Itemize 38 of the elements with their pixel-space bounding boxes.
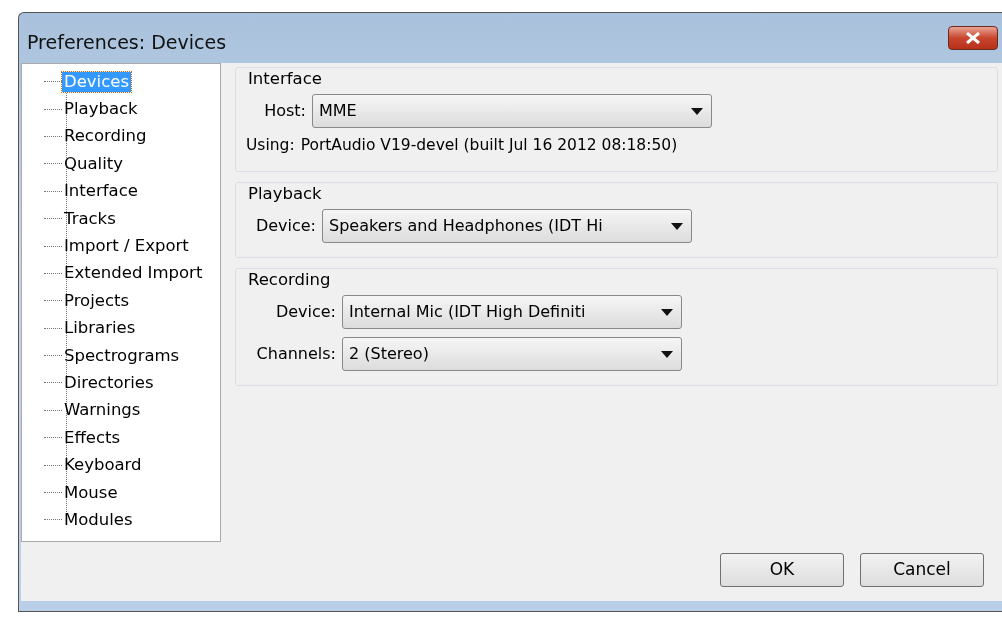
tree-item[interactable]: Modules — [62, 509, 135, 530]
tree-item[interactable]: Import / Export — [62, 236, 191, 257]
group-title: Interface — [248, 68, 323, 90]
caret-icon — [671, 222, 683, 230]
tree-item[interactable]: Libraries — [62, 318, 138, 339]
tree-item[interactable]: Directories — [62, 373, 156, 393]
tree-item[interactable]: Recording — [62, 126, 149, 147]
field-label: Channels: — [255, 343, 336, 366]
tree-item[interactable]: Warnings — [62, 400, 143, 421]
caret-icon — [661, 308, 673, 316]
dropdown[interactable]: Internal Mic (IDT High Definiti — [342, 295, 682, 330]
dialog-button[interactable]: OK — [720, 553, 844, 587]
field-label: Device: — [274, 301, 336, 324]
tree-item[interactable]: Playback — [62, 99, 140, 120]
info-text: PortAudio V19-devel (built Jul 16 2012 08:18:50) — [300, 135, 678, 156]
dropdown[interactable]: Speakers and Headphones (IDT Hi — [322, 209, 692, 244]
field-label: Host: — [263, 100, 306, 122]
tree-item[interactable]: Quality — [62, 153, 125, 174]
tree-item[interactable]: Spectrograms — [62, 345, 182, 366]
tree-item[interactable]: Mouse — [62, 482, 120, 503]
tree-item[interactable]: Extended Import — [62, 263, 205, 284]
dialog-button[interactable]: Cancel — [860, 553, 984, 587]
caret-icon — [661, 350, 673, 358]
tree-item[interactable]: Projects — [62, 290, 132, 311]
caret-icon — [691, 107, 703, 115]
field-label: Device: — [254, 215, 316, 238]
tree-item[interactable]: Keyboard — [62, 455, 144, 476]
dropdown[interactable]: MME — [312, 94, 712, 128]
close-icon — [965, 32, 981, 44]
tree-item[interactable]: Effects — [62, 427, 123, 448]
window-title: Preferences: Devices — [27, 29, 227, 55]
group-title: Recording — [248, 269, 332, 292]
tree-item[interactable]: Tracks — [62, 208, 118, 229]
info-label: Using: — [246, 135, 295, 156]
close-button[interactable] — [948, 26, 998, 50]
dropdown[interactable]: 2 (Stereo) — [342, 337, 682, 372]
tree-item[interactable]: Interface — [62, 181, 140, 202]
group-title: Playback — [248, 183, 323, 206]
